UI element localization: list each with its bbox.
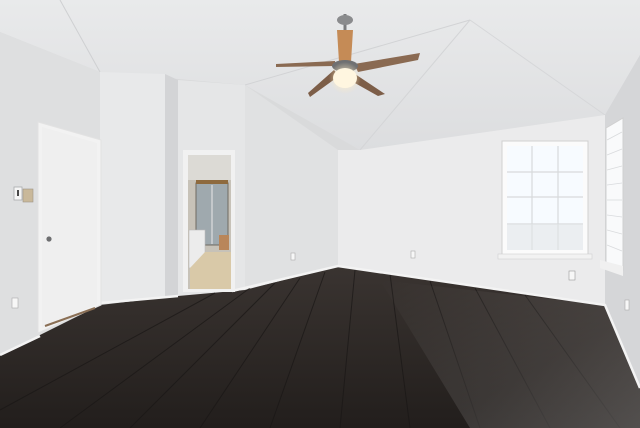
fan-blade xyxy=(337,30,353,62)
window-icon xyxy=(497,140,593,260)
light-switch-icon[interactable] xyxy=(13,186,34,203)
wall-outlet-icon xyxy=(11,297,19,309)
wall-outlet-icon xyxy=(568,270,576,281)
wall-outlet-icon xyxy=(290,252,296,261)
room-scene xyxy=(0,0,640,428)
bathroom-doorway-icon[interactable] xyxy=(183,150,235,292)
door-knob-icon[interactable] xyxy=(46,236,52,242)
interior-door-icon[interactable] xyxy=(37,121,102,334)
wall-outlet-icon xyxy=(624,299,630,311)
wall-outlet-icon xyxy=(410,250,416,259)
fan-light-icon xyxy=(333,68,357,88)
